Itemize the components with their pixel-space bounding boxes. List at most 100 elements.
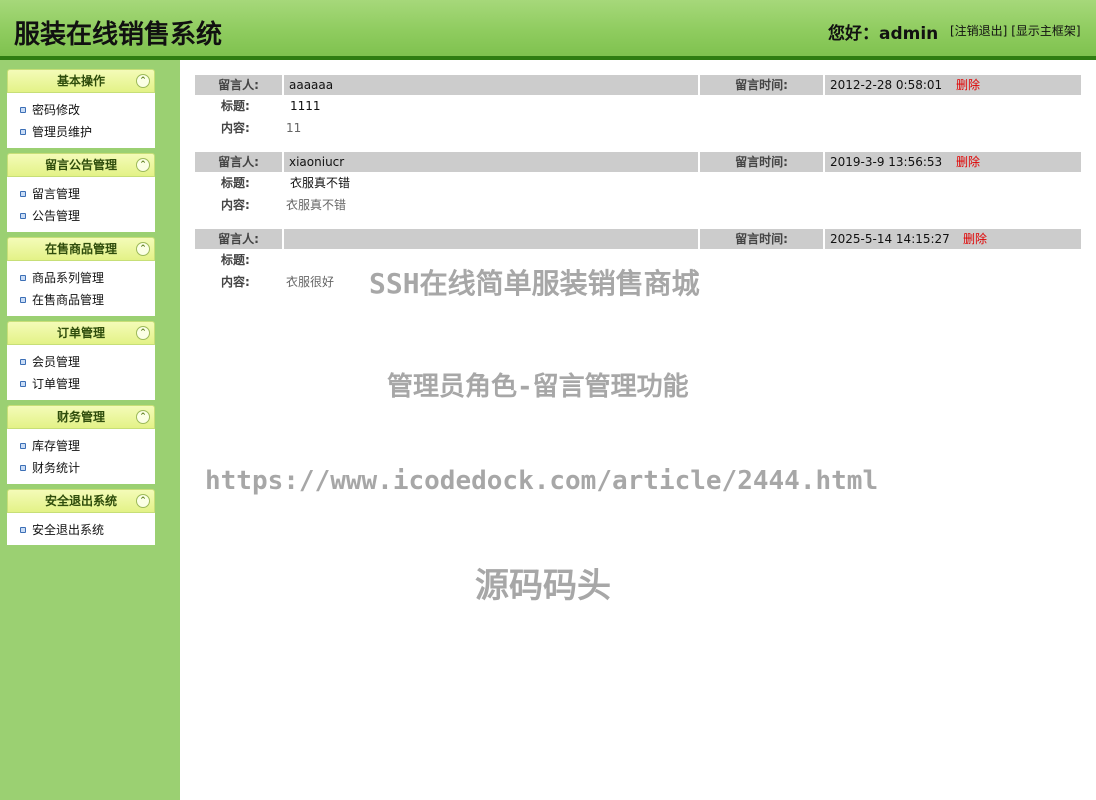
- content-row: 内容: 衣服真不错: [195, 194, 1081, 216]
- sidebar-item-label: 订单管理: [32, 377, 81, 391]
- time-value: 2012-2-28 0:58:01: [830, 78, 943, 92]
- sidebar-item-label: 在售商品管理: [32, 293, 105, 307]
- sidebar-item-password[interactable]: 密码修改: [7, 99, 155, 121]
- sidebar-section-goods: 在售商品管理 ⌃ 商品系列管理 在售商品管理: [7, 237, 155, 316]
- message-header-row: 留言人: aaaaaa 留言时间: 2012-2-28 0:58:01 删除: [195, 75, 1081, 95]
- sidebar-item-notice-manage[interactable]: 公告管理: [7, 205, 155, 227]
- sidebar-item-finance-stats[interactable]: 财务统计: [7, 457, 155, 479]
- section-body: 库存管理 财务统计: [7, 429, 155, 484]
- sidebar-item-label: 公告管理: [32, 209, 81, 223]
- collapse-icon[interactable]: ⌃: [136, 494, 150, 508]
- author-value: xiaoniucr: [284, 152, 698, 172]
- sidebar-item-message-manage[interactable]: 留言管理: [7, 183, 155, 205]
- message-entry: 留言人: xiaoniucr 留言时间: 2019-3-9 13:56:53 删…: [195, 152, 1081, 216]
- message-header-row: 留言人: xiaoniucr 留言时间: 2019-3-9 13:56:53 删…: [195, 152, 1081, 172]
- sidebar-item-goods-manage[interactable]: 在售商品管理: [7, 289, 155, 311]
- watermark-line-1: SSH在线简单服装销售商城: [369, 267, 700, 300]
- delete-link[interactable]: 删除: [956, 152, 980, 172]
- time-label: 留言时间:: [700, 229, 823, 249]
- content-row: 内容: 11: [195, 117, 1081, 139]
- app-title: 服装在线销售系统: [14, 20, 223, 50]
- subject-row: 标题: 衣服真不错: [195, 172, 1081, 194]
- sidebar-item-label: 财务统计: [32, 461, 81, 475]
- time-label: 留言时间:: [700, 75, 823, 95]
- section-body: 商品系列管理 在售商品管理: [7, 261, 155, 316]
- author-label: 留言人:: [195, 229, 282, 249]
- collapse-icon[interactable]: ⌃: [136, 74, 150, 88]
- section-title: 在售商品管理: [44, 242, 117, 256]
- section-body: 会员管理 订单管理: [7, 345, 155, 400]
- bullet-icon: [20, 443, 26, 449]
- collapse-icon[interactable]: ⌃: [136, 158, 150, 172]
- sidebar-item-label: 安全退出系统: [32, 523, 105, 537]
- message-entry: 留言人: aaaaaa 留言时间: 2012-2-28 0:58:01 删除 标…: [195, 75, 1081, 139]
- subject-label: 标题:: [221, 253, 250, 267]
- header-links: [注销退出] [显示主框架]: [950, 22, 1081, 39]
- content-label: 内容:: [221, 121, 250, 135]
- bullet-icon: [20, 297, 26, 303]
- sidebar-item-label: 会员管理: [32, 355, 81, 369]
- sidebar-item-label: 密码修改: [32, 103, 81, 117]
- time-value: 2025-5-14 14:15:27: [830, 232, 950, 246]
- collapse-icon[interactable]: ⌃: [136, 326, 150, 340]
- sidebar-item-exit[interactable]: 安全退出系统: [7, 519, 155, 541]
- delete-link[interactable]: 删除: [963, 229, 987, 249]
- section-title: 安全退出系统: [44, 494, 117, 508]
- top-header: 服装在线销售系统 您好：admin [注销退出] [显示主框架]: [0, 0, 1096, 60]
- sidebar-section-exit: 安全退出系统 ⌃ 安全退出系统: [7, 489, 155, 545]
- sidebar-item-label: 库存管理: [32, 439, 81, 453]
- bullet-icon: [20, 465, 26, 471]
- sidebar-section-basic: 基本操作 ⌃ 密码修改 管理员维护: [7, 69, 155, 148]
- collapse-icon[interactable]: ⌃: [136, 242, 150, 256]
- bullet-icon: [20, 527, 26, 533]
- show-main-frame-link[interactable]: [显示主框架]: [1011, 24, 1080, 38]
- section-title: 订单管理: [56, 326, 105, 340]
- sidebar-section-finance: 财务管理 ⌃ 库存管理 财务统计: [7, 405, 155, 484]
- time-label: 留言时间:: [700, 152, 823, 172]
- sidebar-item-order-manage[interactable]: 订单管理: [7, 373, 155, 395]
- subject-value: 衣服真不错: [290, 176, 351, 190]
- bullet-icon: [20, 191, 26, 197]
- section-header[interactable]: 留言公告管理 ⌃: [7, 153, 155, 177]
- sidebar-item-inventory[interactable]: 库存管理: [7, 435, 155, 457]
- sidebar: 基本操作 ⌃ 密码修改 管理员维护 留言公告管理 ⌃ 留言管理 公告管理 在售商…: [0, 60, 180, 800]
- author-value: [284, 229, 698, 249]
- content-value: 衣服真不错: [286, 198, 347, 212]
- section-header[interactable]: 基本操作 ⌃: [7, 69, 155, 93]
- main-content: 留言人: aaaaaa 留言时间: 2012-2-28 0:58:01 删除 标…: [180, 60, 1096, 800]
- author-label: 留言人:: [195, 75, 282, 95]
- content-label: 内容:: [221, 275, 250, 289]
- section-body: 留言管理 公告管理: [7, 177, 155, 232]
- time-cell: 2025-5-14 14:15:27 删除: [825, 229, 1081, 249]
- sidebar-item-series-manage[interactable]: 商品系列管理: [7, 267, 155, 289]
- section-title: 财务管理: [56, 410, 105, 424]
- sidebar-item-label: 管理员维护: [32, 125, 93, 139]
- section-title: 留言公告管理: [44, 158, 117, 172]
- watermark-line-2: 管理员角色-留言管理功能: [387, 372, 689, 402]
- section-header[interactable]: 在售商品管理 ⌃: [7, 237, 155, 261]
- sidebar-item-admins[interactable]: 管理员维护: [7, 121, 155, 143]
- bullet-icon: [20, 107, 26, 113]
- watermark-line-3: https://www.icodedock.com/article/2444.h…: [205, 466, 879, 496]
- bullet-icon: [20, 359, 26, 365]
- subject-value: 1111: [290, 99, 321, 113]
- subject-label: 标题:: [221, 176, 250, 190]
- bullet-icon: [20, 381, 26, 387]
- sidebar-section-messages: 留言公告管理 ⌃ 留言管理 公告管理: [7, 153, 155, 232]
- watermark-line-4: 源码码头: [475, 566, 611, 606]
- collapse-icon[interactable]: ⌃: [136, 410, 150, 424]
- time-cell: 2012-2-28 0:58:01 删除: [825, 75, 1081, 95]
- delete-link[interactable]: 删除: [956, 75, 980, 95]
- section-header[interactable]: 安全退出系统 ⌃: [7, 489, 155, 513]
- sidebar-item-members[interactable]: 会员管理: [7, 351, 155, 373]
- section-header[interactable]: 财务管理 ⌃: [7, 405, 155, 429]
- logout-link[interactable]: [注销退出]: [950, 24, 1007, 38]
- bullet-icon: [20, 213, 26, 219]
- section-body: 安全退出系统: [7, 513, 155, 545]
- section-body: 密码修改 管理员维护: [7, 93, 155, 148]
- subject-row: 标题: 1111: [195, 95, 1081, 117]
- bullet-icon: [20, 275, 26, 281]
- time-value: 2019-3-9 13:56:53: [830, 155, 943, 169]
- content-value: 11: [286, 121, 302, 135]
- section-header[interactable]: 订单管理 ⌃: [7, 321, 155, 345]
